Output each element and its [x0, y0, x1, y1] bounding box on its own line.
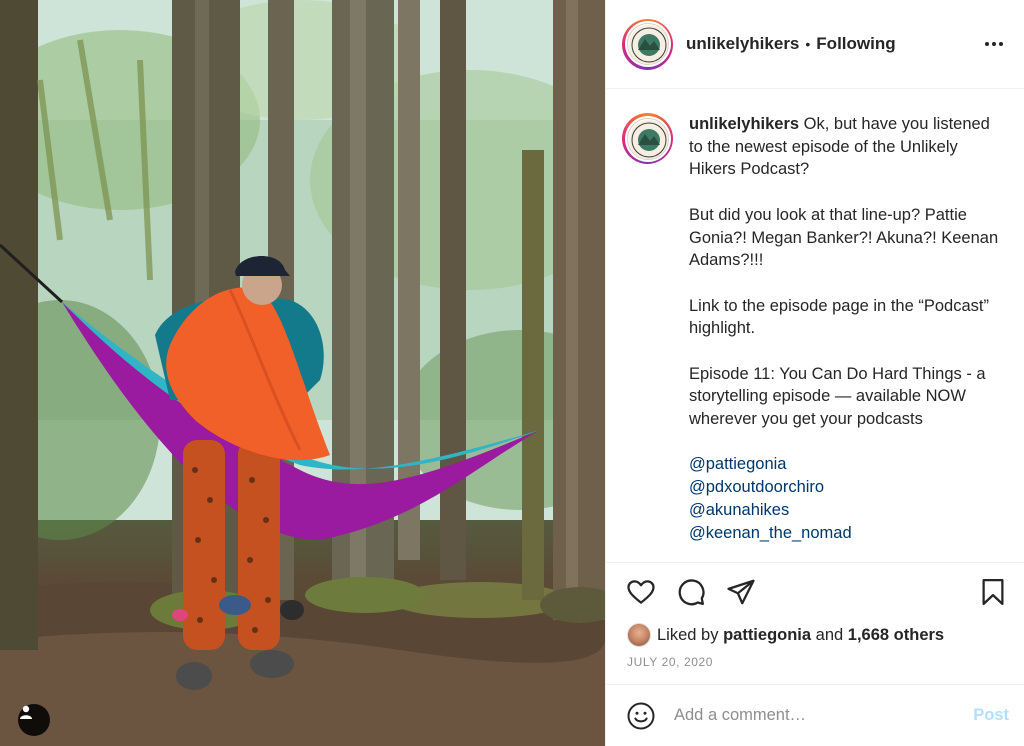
- caption-line-4: Episode 11: You Can Do Hard Things - a s…: [689, 364, 986, 429]
- action-bar: [606, 563, 1024, 623]
- profile-picture: [626, 23, 669, 65]
- forest-hammock-image: [0, 0, 605, 746]
- separator-dot: •: [805, 36, 811, 52]
- mention-link[interactable]: @pdxoutdoorchiro: [689, 476, 1008, 499]
- comment-bar: Post: [606, 684, 1024, 746]
- caption-section: unlikelyhikers Ok, but have you listened…: [606, 89, 1024, 563]
- post-button[interactable]: Post: [973, 706, 1009, 725]
- caption-profile-picture: [626, 117, 669, 160]
- like-button[interactable]: [626, 577, 656, 612]
- avatar[interactable]: [622, 18, 673, 70]
- liked-by-prefix: Liked by: [657, 625, 719, 644]
- liked-by-conjunction: and: [815, 625, 844, 644]
- unlikely-hikers-logo: [628, 25, 668, 64]
- caption-text: unlikelyhikers Ok, but have you listened…: [689, 113, 1008, 544]
- post-detail-panel: unlikelyhikers • Following unlikelyhiker…: [605, 0, 1024, 746]
- following-button[interactable]: Following: [816, 34, 895, 54]
- mention-link[interactable]: @pattiegonia: [689, 453, 1008, 476]
- user-tag-icon: [20, 705, 32, 719]
- user-tag-button[interactable]: [18, 704, 50, 736]
- more-icon[interactable]: [982, 34, 1006, 54]
- likes-count[interactable]: 1,668 others: [848, 626, 944, 644]
- post-photo[interactable]: [0, 0, 605, 746]
- share-button[interactable]: [726, 577, 756, 612]
- post-header: unlikelyhikers • Following: [606, 0, 1024, 89]
- comment-icon: [678, 579, 705, 606]
- send-icon: [727, 579, 755, 605]
- bookmark-icon: [982, 579, 1004, 605]
- comment-button[interactable]: [676, 577, 706, 612]
- mention-link[interactable]: @keenan_the_nomad: [689, 522, 1008, 545]
- caption-line-2: But did you look at that line-up? Pattie…: [689, 205, 999, 270]
- mention-link[interactable]: @akunahikes: [689, 499, 1008, 522]
- liker-username[interactable]: pattiegonia: [723, 626, 811, 644]
- comment-input[interactable]: [674, 706, 974, 725]
- likes-summary: Liked by pattiegonia and 1,668 others: [627, 623, 944, 647]
- caption-avatar[interactable]: [622, 113, 673, 164]
- save-button[interactable]: [978, 577, 1008, 612]
- caption-line-3: Link to the episode page in the “Podcast…: [689, 296, 989, 338]
- header-username[interactable]: unlikelyhikers: [686, 34, 799, 54]
- heart-icon: [627, 580, 655, 604]
- post-date[interactable]: JULY 20, 2020: [627, 655, 713, 669]
- caption-username[interactable]: unlikelyhikers: [689, 115, 799, 133]
- liker-avatar[interactable]: [627, 623, 651, 647]
- emoji-icon[interactable]: [626, 701, 656, 731]
- unlikely-hikers-logo-small: [628, 119, 668, 159]
